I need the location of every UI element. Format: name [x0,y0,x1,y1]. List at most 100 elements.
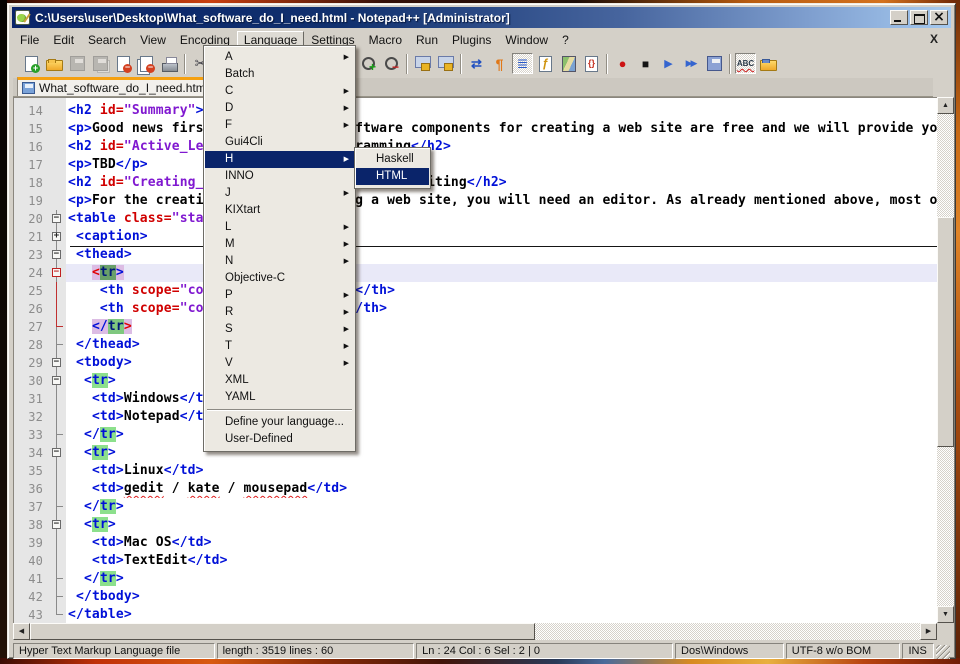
h-submenu-item-html[interactable]: HTML [356,168,429,185]
document-map-icon[interactable] [558,53,579,74]
macro-run-multiple-icon[interactable] [681,53,702,74]
language-menu-item-xml[interactable]: XML [205,372,354,389]
editor-line[interactable]: 16<h2 id="Active_Learning_Method">Progra… [14,138,937,156]
word-wrap-icon[interactable] [466,53,487,74]
fold-marker[interactable] [48,570,66,588]
save-icon[interactable] [67,53,88,74]
show-all-characters-icon[interactable] [489,53,510,74]
titlebar[interactable]: C:\Users\user\Desktop\What_software_do_I… [12,7,951,28]
save-all-icon[interactable] [90,53,111,74]
macro-record-icon[interactable] [612,53,633,74]
document-switcher-icon[interactable] [581,53,602,74]
language-menu-item-d[interactable]: D▶ [205,100,354,117]
editor-line[interactable]: 18<h2 id="Creating_and_editing">Creating… [14,174,937,192]
document-close-x[interactable]: X [918,32,950,46]
language-menu-item-r[interactable]: R▶ [205,304,354,321]
editor-line[interactable]: 34− <tr> [14,444,937,462]
print-icon[interactable] [159,53,180,74]
editor-line[interactable]: 31 <td>Windows</td> [14,390,937,408]
fold-marker[interactable] [48,282,66,300]
fold-marker[interactable] [48,462,66,480]
scroll-right-button[interactable]: ▶ [920,623,937,640]
scroll-left-button[interactable]: ◀ [13,623,30,640]
macro-stop-icon[interactable] [635,53,656,74]
fold-marker[interactable] [48,318,66,336]
fold-marker[interactable] [48,498,66,516]
language-menu-item-h[interactable]: H▶ [205,151,354,168]
editor-line[interactable]: 33 </tr> [14,426,937,444]
fold-marker[interactable]: − [48,444,66,462]
menubar-item-plugins[interactable]: Plugins [445,31,498,49]
vertical-scrollbar[interactable]: ▲ ▼ [937,97,954,623]
editor-line[interactable]: 38− <tr> [14,516,937,534]
menubar-item-[interactable]: ? [555,31,576,49]
fold-marker[interactable] [48,534,66,552]
language-menu-item-c[interactable]: C▶ [205,83,354,100]
editor-line[interactable]: 21+ <caption> [14,228,937,246]
language-menu-item-yaml[interactable]: YAML [205,389,354,406]
close-all-icon[interactable] [136,53,157,74]
open-file-icon[interactable] [44,53,65,74]
spell-check-icon[interactable] [735,53,756,74]
language-menu-item-define-your-language[interactable]: Define your language... [205,414,354,431]
language-menu-item-a[interactable]: A▶ [205,49,354,66]
language-menu-item-n[interactable]: N▶ [205,253,354,270]
language-menu-item-v[interactable]: V▶ [205,355,354,372]
indent-guide-icon[interactable] [512,53,533,74]
editor-line[interactable]: 37 </tr> [14,498,937,516]
close-file-icon[interactable] [113,53,134,74]
editor-line[interactable]: 15<p>Good news first: all necessary soft… [14,120,937,138]
fold-marker[interactable] [48,480,66,498]
fold-marker[interactable]: − [48,516,66,534]
editor-line[interactable]: 17<p>TBD</p> [14,156,937,174]
menubar-item-view[interactable]: View [133,31,173,49]
macro-play-icon[interactable] [658,53,679,74]
fold-marker[interactable]: − [48,354,66,372]
document-monitor-icon[interactable] [758,53,779,74]
zoom-out-icon[interactable] [381,53,402,74]
new-file-icon[interactable] [21,53,42,74]
scroll-down-button[interactable]: ▼ [937,606,954,623]
editor-line[interactable]: 28 </thead> [14,336,937,354]
language-menu-item-s[interactable]: S▶ [205,321,354,338]
fold-marker[interactable]: − [48,264,66,282]
language-menu-item-gui4cli[interactable]: Gui4Cli [205,134,354,151]
horizontal-scrollbar[interactable]: ◀ ▶ [13,623,937,640]
language-menu-item-j[interactable]: J▶ [205,185,354,202]
language-menu-item-objective-c[interactable]: Objective-C [205,270,354,287]
macro-save-icon[interactable] [704,53,725,74]
editor-line[interactable]: 14<h2 id="Summary">Summary</h2> [14,102,937,120]
language-menu-item-batch[interactable]: Batch [205,66,354,83]
fold-marker[interactable] [48,390,66,408]
h-submenu-item-haskell[interactable]: Haskell [356,151,429,168]
scroll-up-button[interactable]: ▲ [937,97,954,114]
fold-marker[interactable] [48,606,66,623]
menubar-item-edit[interactable]: Edit [46,31,81,49]
editor-line[interactable]: 40 <td>TextEdit</td> [14,552,937,570]
zoom-in-icon[interactable] [358,53,379,74]
resize-grip[interactable] [936,645,950,659]
fold-marker[interactable]: + [48,228,66,246]
editor-line[interactable]: 19<p>For the creation and the designing … [14,192,937,210]
editor-line[interactable]: 30− <tr> [14,372,937,390]
language-menu-item-t[interactable]: T▶ [205,338,354,355]
editor-line[interactable]: 23− <thead> [14,246,937,264]
language-menu-item-l[interactable]: L▶ [205,219,354,236]
editor-line[interactable]: 36 <td>gedit / kate / mousepad</td> [14,480,937,498]
function-list-icon[interactable] [535,53,556,74]
maximize-button[interactable] [910,10,928,25]
fold-marker[interactable]: − [48,210,66,228]
close-button[interactable] [930,10,948,25]
language-menu-item-f[interactable]: F▶ [205,117,354,134]
editor-line[interactable]: 43</table> [14,606,937,623]
editor-line[interactable]: 39 <td>Mac OS</td> [14,534,937,552]
fold-marker[interactable]: − [48,372,66,390]
sync-horizontal-scroll-icon[interactable] [435,53,456,74]
fold-marker[interactable] [48,336,66,354]
editor-line[interactable]: 35 <td>Linux</td> [14,462,937,480]
minimize-button[interactable] [890,10,908,25]
language-menu-item-kixtart[interactable]: KIXtart [205,202,354,219]
status-insert-mode[interactable]: INS [902,643,934,659]
menubar-item-file[interactable]: File [13,31,46,49]
sync-vertical-scroll-icon[interactable] [412,53,433,74]
